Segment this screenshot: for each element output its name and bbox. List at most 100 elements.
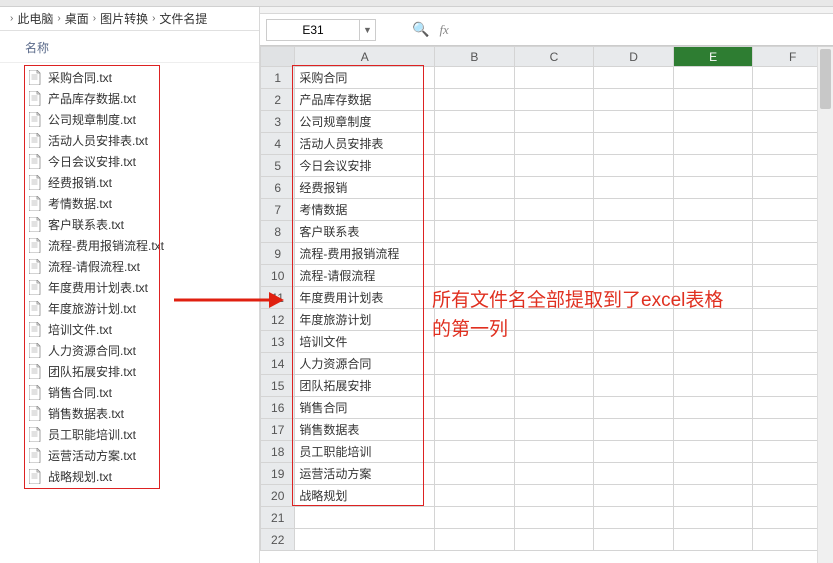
cell[interactable]: [514, 155, 594, 177]
column-header[interactable]: C: [514, 47, 594, 67]
cell[interactable]: 销售合同: [295, 397, 435, 419]
cell[interactable]: [514, 507, 594, 529]
cell[interactable]: [514, 199, 594, 221]
cell[interactable]: [435, 67, 515, 89]
cell[interactable]: [514, 463, 594, 485]
cell[interactable]: [594, 111, 674, 133]
cell[interactable]: [673, 155, 753, 177]
cell[interactable]: [435, 111, 515, 133]
row-header[interactable]: 12: [261, 309, 295, 331]
file-item[interactable]: 年度费用计划表.txt: [8, 277, 259, 298]
row-header[interactable]: 10: [261, 265, 295, 287]
name-box[interactable]: [267, 20, 359, 40]
cell[interactable]: [594, 419, 674, 441]
cell[interactable]: [435, 265, 515, 287]
file-item[interactable]: 人力资源合同.txt: [8, 340, 259, 361]
row-header[interactable]: 20: [261, 485, 295, 507]
cell[interactable]: [435, 375, 515, 397]
cell[interactable]: [594, 243, 674, 265]
row-header[interactable]: 2: [261, 89, 295, 111]
file-item[interactable]: 员工职能培训.txt: [8, 424, 259, 445]
file-item[interactable]: 年度旅游计划.txt: [8, 298, 259, 319]
cell[interactable]: [594, 485, 674, 507]
cell[interactable]: [594, 397, 674, 419]
row-header[interactable]: 5: [261, 155, 295, 177]
file-item[interactable]: 考情数据.txt: [8, 193, 259, 214]
cell[interactable]: [673, 309, 753, 331]
cell[interactable]: [514, 485, 594, 507]
cell[interactable]: [594, 529, 674, 551]
cell[interactable]: [673, 463, 753, 485]
cell[interactable]: 客户联系表: [295, 221, 435, 243]
row-header[interactable]: 22: [261, 529, 295, 551]
cell[interactable]: [673, 265, 753, 287]
cell[interactable]: [514, 419, 594, 441]
scrollbar-thumb[interactable]: [820, 49, 831, 109]
cell[interactable]: [435, 243, 515, 265]
cell[interactable]: [514, 529, 594, 551]
cell[interactable]: [435, 353, 515, 375]
cell[interactable]: 培训文件: [295, 331, 435, 353]
cell[interactable]: [514, 353, 594, 375]
cell[interactable]: 流程-请假流程: [295, 265, 435, 287]
cell[interactable]: [435, 309, 515, 331]
file-item[interactable]: 产品库存数据.txt: [8, 88, 259, 109]
cell[interactable]: [673, 287, 753, 309]
cell[interactable]: [594, 89, 674, 111]
row-header[interactable]: 15: [261, 375, 295, 397]
file-item[interactable]: 流程-请假流程.txt: [8, 256, 259, 277]
cell[interactable]: [435, 331, 515, 353]
breadcrumb-item[interactable]: 图片转换: [100, 10, 148, 27]
cell[interactable]: 销售数据表: [295, 419, 435, 441]
cell[interactable]: [514, 67, 594, 89]
file-item[interactable]: 销售数据表.txt: [8, 403, 259, 424]
cell[interactable]: [673, 419, 753, 441]
cell[interactable]: [673, 243, 753, 265]
cell[interactable]: [295, 507, 435, 529]
cell[interactable]: [673, 111, 753, 133]
cell[interactable]: 人力资源合同: [295, 353, 435, 375]
cell[interactable]: [594, 133, 674, 155]
cell[interactable]: [673, 529, 753, 551]
file-item[interactable]: 经费报销.txt: [8, 172, 259, 193]
cell[interactable]: [435, 507, 515, 529]
row-header[interactable]: 17: [261, 419, 295, 441]
cell[interactable]: [594, 353, 674, 375]
cell[interactable]: [514, 331, 594, 353]
cell[interactable]: [435, 133, 515, 155]
name-box-dropdown[interactable]: ▼: [359, 20, 375, 40]
cell[interactable]: [594, 375, 674, 397]
row-header[interactable]: 16: [261, 397, 295, 419]
cell[interactable]: [594, 331, 674, 353]
cell[interactable]: 经费报销: [295, 177, 435, 199]
fx-label[interactable]: fx: [439, 22, 448, 38]
cell[interactable]: [673, 331, 753, 353]
file-item[interactable]: 流程-费用报销流程.txt: [8, 235, 259, 256]
cell[interactable]: [435, 485, 515, 507]
file-item[interactable]: 销售合同.txt: [8, 382, 259, 403]
cell[interactable]: [594, 177, 674, 199]
row-header[interactable]: 11: [261, 287, 295, 309]
cell[interactable]: [594, 67, 674, 89]
column-header-name[interactable]: 名称: [0, 31, 259, 63]
cell[interactable]: [514, 111, 594, 133]
file-item[interactable]: 战略规划.txt: [8, 466, 259, 487]
cell[interactable]: 活动人员安排表: [295, 133, 435, 155]
cell[interactable]: [673, 485, 753, 507]
cell[interactable]: [435, 89, 515, 111]
row-header[interactable]: 6: [261, 177, 295, 199]
cell[interactable]: [435, 441, 515, 463]
cell[interactable]: [435, 463, 515, 485]
cell[interactable]: [514, 243, 594, 265]
breadcrumb-item[interactable]: 桌面: [65, 10, 89, 27]
file-item[interactable]: 运营活动方案.txt: [8, 445, 259, 466]
cell[interactable]: 年度旅游计划: [295, 309, 435, 331]
cell[interactable]: 员工职能培训: [295, 441, 435, 463]
search-icon[interactable]: 🔍: [412, 21, 429, 38]
cell[interactable]: [673, 133, 753, 155]
cell[interactable]: [514, 89, 594, 111]
cell[interactable]: [594, 221, 674, 243]
cell[interactable]: [435, 397, 515, 419]
cell[interactable]: 年度费用计划表: [295, 287, 435, 309]
cell[interactable]: [673, 177, 753, 199]
